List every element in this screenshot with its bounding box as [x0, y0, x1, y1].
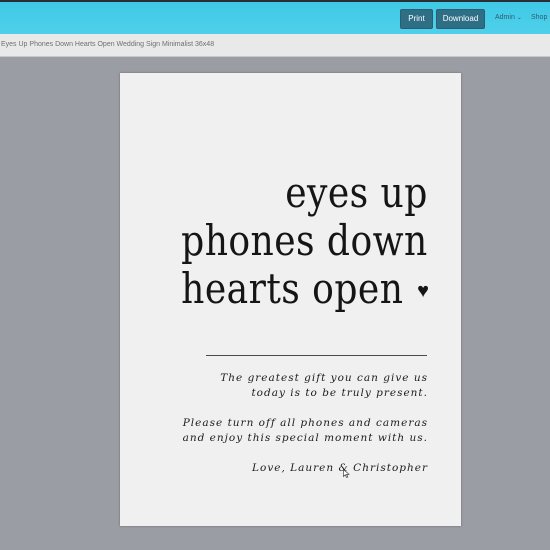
admin-menu[interactable]: Admin ⌄ — [495, 14, 522, 21]
download-button[interactable]: Download — [436, 9, 485, 29]
top-toolbar: Print Download Admin ⌄ Shop — [0, 0, 550, 34]
message-paragraph-2: Please turn off all phones and cameras a… — [183, 416, 428, 446]
document-title-bar: Eyes Up Phones Down Hearts Open Wedding … — [0, 34, 550, 57]
admin-menu-label: Admin — [495, 14, 515, 21]
document-title: Eyes Up Phones Down Hearts Open Wedding … — [1, 41, 215, 48]
signature: Love, Lauren & Christopher — [252, 462, 428, 474]
paragraph-1-line-2: today is to be truly present. — [251, 387, 428, 399]
headline-line-3: hearts open — [180, 264, 403, 313]
headline-line-2: phones down — [181, 216, 428, 265]
sign-preview[interactable]: eyes up phones down hearts open ♥ The gr… — [120, 73, 461, 526]
paragraph-2-line-1: Please turn off all phones and cameras — [182, 417, 428, 429]
divider — [206, 355, 427, 356]
shop-link[interactable]: Shop — [531, 14, 547, 21]
message-paragraph-1: The greatest gift you can give us today … — [220, 371, 428, 401]
print-button[interactable]: Print — [400, 9, 433, 29]
heart-icon: ♥ — [417, 280, 429, 302]
paragraph-2-line-2: and enjoy this special moment with us. — [182, 432, 428, 444]
chevron-down-icon: ⌄ — [516, 15, 522, 21]
mouse-cursor-icon — [343, 469, 350, 478]
headline-line-1: eyes up — [285, 168, 428, 217]
paragraph-1-line-1: The greatest gift you can give us — [220, 372, 428, 384]
